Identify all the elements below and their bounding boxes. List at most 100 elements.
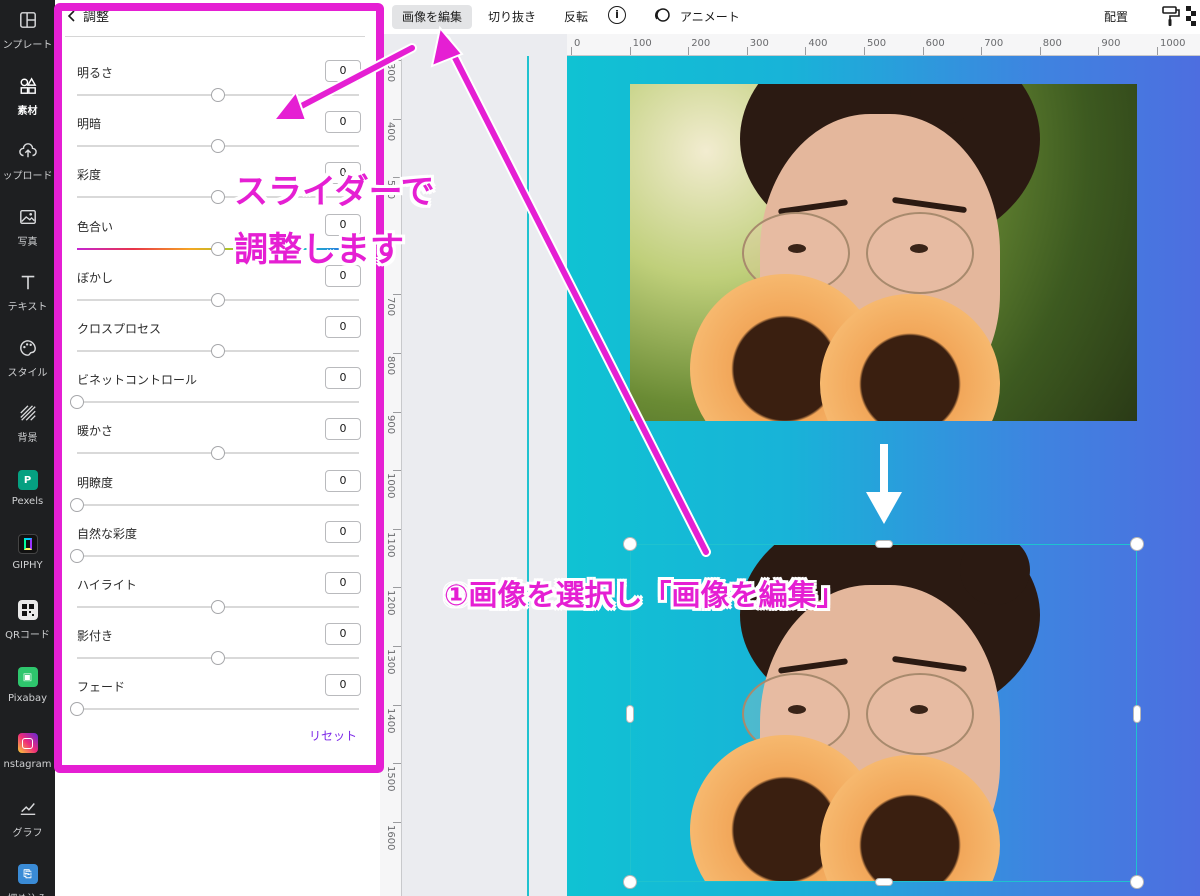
adjustment-value-input[interactable]: 0 [325,111,361,134]
rail-item-label: 背景 [17,433,38,444]
rail-item-style[interactable]: スタイル [0,330,55,394]
adjustment-slider-thumb[interactable] [211,190,225,205]
adjustment-slider-thumb[interactable] [70,497,84,512]
eye-left [788,244,806,253]
adjustment-row: クロスプロセス 0 [77,316,361,367]
adjustment-label: 色合い [77,219,114,234]
instagram-icon [17,733,38,753]
adjustment-slider-thumb[interactable] [70,395,84,410]
rail-item-label: GIPHY [12,560,43,571]
adjustment-row: 明るさ 0 [77,60,361,111]
ruler-tick [393,411,401,413]
photo-original[interactable] [630,84,1137,421]
animate-icon[interactable] [654,7,670,23]
adjustment-value-input[interactable]: 0 [325,520,361,543]
arrow-down-icon [866,444,902,524]
style-icon [18,338,38,358]
adjustment-value-input[interactable]: 0 [325,623,361,646]
ruler-tick [393,646,401,647]
adjustment-value-input[interactable]: 0 [325,316,361,338]
adjustment-slider-thumb[interactable] [211,600,225,614]
ruler-tick [1039,47,1041,55]
rail-item-template[interactable]: ンプレート [0,2,55,66]
adjustment-label: 彩度 [77,168,102,183]
adjustment-slider-thumb[interactable] [211,651,225,666]
animate-button[interactable]: アニメート [670,5,750,29]
resize-handle-top-right[interactable] [1131,538,1143,550]
ruler-label: 1000 [1160,38,1186,49]
rail-item-giphy[interactable]: GIPHY [0,526,55,590]
glasses-lens-right [866,212,974,294]
rail-item-label: 写真 [17,237,38,248]
paint-roller-icon[interactable] [1161,5,1181,27]
adjustment-slider-thumb[interactable] [211,446,225,461]
ruler-label: 1600 [385,824,396,851]
adjustment-slider-thumb[interactable] [70,548,84,563]
annotation-step1: ①画像を選択し「画像を編集」 [444,578,846,612]
ruler-tick [1098,47,1100,55]
rail-item-photo[interactable]: 写真 [0,199,55,263]
edit-image-button[interactable]: 画像を編集 [392,5,473,29]
adjustment-slider-thumb[interactable] [211,139,225,154]
adjustment-slider-thumb[interactable] [211,241,225,256]
ruler-label: 700 [984,38,1004,49]
ruler-label: 800 [385,356,396,376]
resize-handle-left[interactable] [627,706,633,722]
adjustment-slider-track[interactable] [77,401,359,404]
chart-icon [18,798,38,818]
adjustment-value-input[interactable]: 0 [325,367,361,390]
arrange-button[interactable]: 配置 [1094,5,1138,29]
rail-item-embed[interactable]: ⎘ 埋め込み [0,856,55,896]
pexels-icon: P [17,470,38,490]
back-chevron-icon[interactable] [67,9,77,22]
adjustment-value-input[interactable]: 0 [325,469,361,492]
rail-item-chart[interactable]: グラフ [0,790,55,854]
flip-button[interactable]: 反転 [554,5,598,29]
adjustment-label: 自然な彩度 [77,526,138,541]
rail-item-label: ンプレート [2,40,53,51]
resize-handle-top[interactable] [876,541,892,547]
rail-item-text[interactable]: テキスト [0,264,55,328]
resize-handle-right[interactable] [1134,706,1140,722]
adjustment-slider-thumb[interactable] [211,88,225,102]
resize-handle-top-left[interactable] [624,538,636,550]
adjustment-slider-track[interactable] [77,554,359,557]
rail-item-label: スタイル [7,368,48,379]
rail-item-qr-code[interactable]: QRコード [0,592,55,656]
adjustment-value-input[interactable]: 0 [325,572,361,594]
rail-item-pexels[interactable]: P Pexels [0,462,55,526]
reset-button[interactable]: リセット [309,727,357,744]
resize-handle-bottom-left[interactable] [624,876,636,888]
rail-item-background[interactable]: 背景 [0,395,55,459]
ruler-label: 1200 [385,590,396,616]
ruler-tick [981,47,983,55]
adjustment-row: ぼかし 0 [77,264,361,316]
ruler-tick [1157,47,1158,55]
rail-item-label: テキスト [7,302,48,313]
info-icon[interactable]: i [608,6,626,24]
ruler-label: 1400 [385,707,396,734]
adjustment-value-input[interactable]: 0 [325,674,361,697]
crop-button[interactable]: 切り抜き [478,5,546,29]
ruler-label: 800 [1042,38,1062,49]
adjustment-value-input[interactable]: 0 [325,60,361,82]
ruler-label: 100 [632,38,652,49]
adjustment-slider-track[interactable] [77,503,359,506]
adjustment-slider-thumb[interactable] [211,292,225,307]
adjustment-value-input[interactable]: 0 [325,418,361,441]
panel-header[interactable]: 調整 [67,6,109,25]
adjustment-slider-track[interactable] [77,708,359,711]
ruler-tick [393,528,401,530]
rail-item-upload[interactable]: ップロード [0,133,55,197]
resize-handle-bottom[interactable] [876,879,892,885]
transparency-icon[interactable] [1186,6,1200,26]
rail-item-pixabay[interactable]: ▣ Pixabay [0,659,55,723]
rail-item-elements[interactable]: 素材 [0,68,55,132]
embed-icon: ⎘ [17,864,38,884]
adjustment-slider-thumb[interactable] [211,344,225,358]
resize-handle-bottom-right[interactable] [1131,876,1143,888]
adjustment-slider-thumb[interactable] [70,702,84,717]
rail-item-instagram[interactable]: nstagram [0,725,55,789]
ruler-label: 0 [574,38,581,49]
adjustment-row: 影付き 0 [77,623,361,674]
